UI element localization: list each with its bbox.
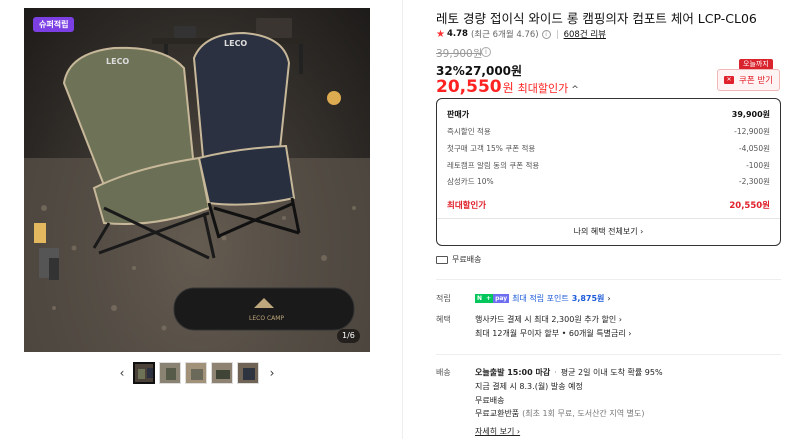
thumbnail-image — [186, 363, 206, 383]
benefit-row: 판매가 39,900원 — [447, 109, 770, 120]
today-shipping-row: 오늘출발 15:00 마감 · 평균 2일 이내 도착 확률 95% — [475, 367, 663, 378]
np-badge-pay: pay — [493, 294, 510, 303]
dot-separator: · — [554, 368, 557, 377]
thumbnail-image — [135, 364, 153, 382]
pay-now-shipping: 지금 결제 시 8.3.(월) 발송 예정 — [475, 382, 583, 391]
benefit-row: 즉시할인 적용 -12,900원 — [447, 126, 770, 137]
benefit-max-label: 최대할인가 — [447, 201, 487, 211]
super-points-badge: 슈퍼적립 — [33, 17, 75, 32]
delivery-detail-link[interactable]: 자세히 보기 › — [475, 426, 520, 437]
coupon-icon: ✕ — [724, 76, 734, 84]
free-return-detail: (최초 1회 무료, 도서산간 지역 별도) — [522, 409, 645, 418]
get-coupon-label: 쿠폰 받기 — [739, 76, 773, 86]
prev-image-button[interactable]: ‹ — [116, 366, 128, 380]
detail-link-label: 자세히 보기 › — [475, 427, 521, 436]
rating-row: ★ 4.78 (최근 6개월 4.76) i 608건 리뷰 — [436, 28, 606, 41]
svg-text:LECO: LECO — [224, 39, 247, 48]
delivery-section-label: 배송 — [436, 368, 451, 377]
points-amount: 3,875원 — [571, 294, 605, 303]
chevron-right-icon: › — [607, 294, 611, 303]
thumbnail-image — [238, 363, 258, 383]
svg-text:LECO: LECO — [106, 57, 129, 66]
product-main-image[interactable]: LECO LECO LECO CAMP — [24, 8, 370, 352]
benefit-row-label: 첫구매 고객 15% 쿠폰 적용 — [447, 144, 536, 153]
thumbnail-5[interactable] — [237, 362, 259, 384]
divider — [436, 354, 781, 355]
divider — [556, 29, 558, 39]
svg-text:LECO CAMP: LECO CAMP — [249, 315, 284, 322]
currency-unit: 원 — [502, 81, 514, 95]
benefit-row-value: 39,900원 — [731, 110, 770, 119]
price-info-icon[interactable]: i — [481, 47, 491, 57]
max-discount-amount: 20,550 — [436, 77, 502, 97]
camping-chairs-photo: LECO LECO LECO CAMP — [24, 18, 370, 352]
benefit-row: 레토캠프 알림 동의 쿠폰 적용 -100원 — [447, 160, 770, 171]
free-return-row: 무료교환반품 (최초 1회 무료, 도서산간 지역 별도) — [475, 408, 644, 419]
max-discount-label: 최대할인가 — [517, 82, 569, 95]
thumbnail-image — [212, 363, 232, 383]
rating-recent: (최근 6개월 4.76) — [470, 30, 539, 40]
max-discount-price-toggle[interactable]: 20,550 원 최대할인가 ^ — [436, 77, 579, 97]
free-return-label: 무료교환반품 — [475, 409, 520, 418]
points-section-label: 적립 — [436, 294, 451, 303]
benefit-row-value: -100원 — [746, 161, 770, 170]
divider — [437, 218, 780, 219]
benefit-row-value: -2,300원 — [738, 177, 770, 186]
review-link[interactable]: 608건 리뷰 — [564, 28, 606, 40]
benefit-row: 첫구매 고객 15% 쿠폰 적용 -4,050원 — [447, 143, 770, 154]
benefit-row-value: -4,050원 — [738, 144, 770, 153]
np-badge-n: N — [475, 294, 485, 303]
benefit-row: 삼성카드 10% -2,300원 — [447, 176, 770, 187]
np-badge-plus: + — [484, 294, 494, 303]
points-link[interactable]: N + pay 최대 적립 포인트 3,875원 › — [475, 293, 611, 304]
free-shipping-label: 무료배송 — [452, 255, 482, 264]
benefit-row-value: -12,900원 — [734, 127, 770, 136]
truck-icon — [436, 255, 448, 264]
original-price: 39,900원 — [436, 48, 483, 60]
benefit-max-row: 최대할인가 20,550원 — [447, 199, 770, 211]
today-ship-cutoff: 오늘출발 15:00 마감 — [475, 368, 551, 377]
thumbnail-image — [160, 363, 180, 383]
benefit-breakdown-box: 판매가 39,900원 즉시할인 적용 -12,900원 첫구매 고객 15% … — [436, 98, 781, 246]
thumbnail-2[interactable] — [159, 362, 181, 384]
card-discount-link[interactable]: 행사카드 결제 시 최대 2,300원 추가 할인 › — [475, 314, 622, 325]
product-title: 레토 경량 접이식 와이드 롱 캠핑의자 컴포트 체어 LCP-CL06 — [436, 11, 757, 26]
today-ship-detail: 평균 2일 이내 도착 확률 95% — [560, 368, 663, 377]
thumbnail-3[interactable] — [185, 362, 207, 384]
benefit-row-label: 판매가 — [447, 110, 470, 119]
free-shipping-text: 무료배송 — [475, 396, 505, 405]
image-counter: 1/6 — [337, 329, 360, 343]
benefit-row-label: 즉시할인 적용 — [447, 127, 491, 136]
benefit-row-label: 레토캠프 알림 동의 쿠폰 적용 — [447, 161, 540, 170]
next-image-button[interactable]: › — [266, 366, 278, 380]
column-divider — [402, 0, 403, 439]
points-text: 최대 적립 포인트 — [512, 294, 569, 303]
rating-score: 4.78 — [446, 29, 468, 39]
info-icon[interactable]: i — [541, 29, 551, 39]
chevron-up-icon: ^ — [571, 85, 579, 95]
thumbnail-4[interactable] — [211, 362, 233, 384]
divider — [436, 279, 781, 280]
benefit-max-value: 20,550원 — [729, 201, 770, 211]
naverpay-icon: N + pay — [475, 294, 510, 303]
benefit-row-label: 삼성카드 10% — [447, 177, 494, 186]
benefit-section-label: 혜택 — [436, 315, 451, 324]
get-coupon-button[interactable]: ✕ 쿠폰 받기 — [717, 69, 780, 91]
all-benefits-link[interactable]: 나의 혜택 전체보기 › — [437, 226, 780, 237]
star-icon: ★ — [436, 28, 445, 40]
thumbnail-1[interactable] — [133, 362, 155, 384]
shipping-row: 무료배송 — [436, 254, 481, 265]
installment-link[interactable]: 최대 12개월 무이자 할부 • 60개월 특별금리 › — [475, 328, 631, 339]
